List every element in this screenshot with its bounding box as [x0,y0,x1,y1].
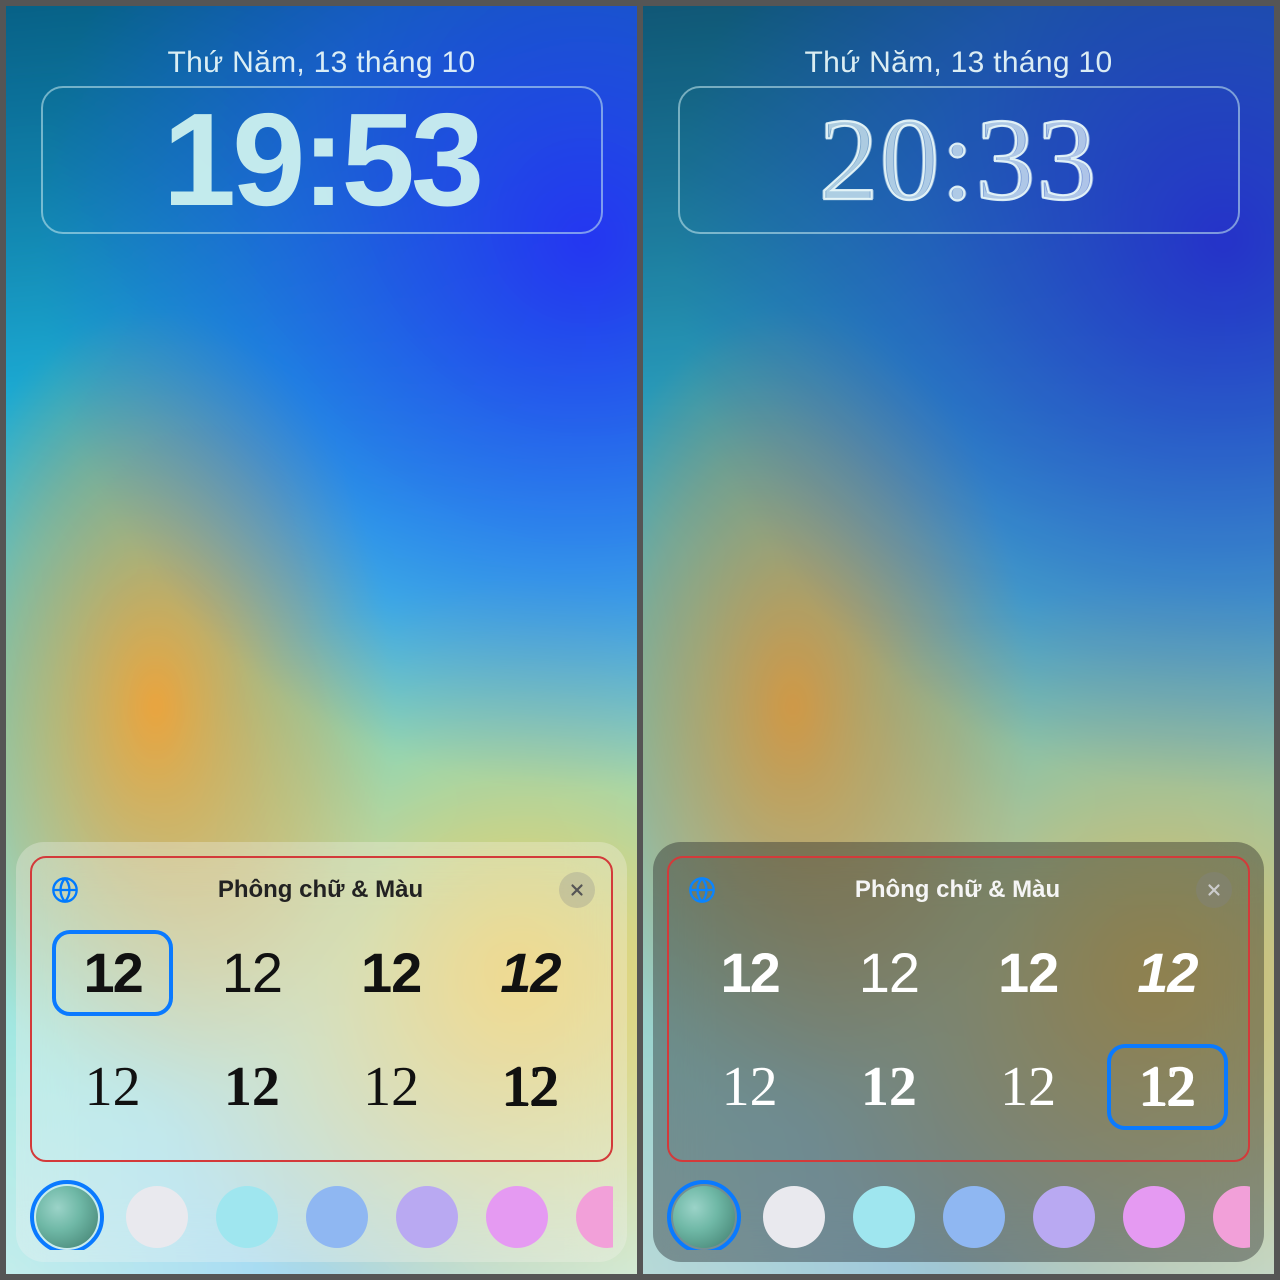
font-panel: Phông chữ & Màu 1212121212121212 [667,856,1250,1162]
font-option-7[interactable]: 12 [470,1044,591,1130]
color-swatch-white[interactable] [126,1186,188,1248]
color-swatch-violet[interactable] [396,1186,458,1248]
lock-screen-date: Thứ Năm, 13 tháng 10 [168,46,476,80]
font-option-4[interactable]: 12 [52,1044,173,1130]
font-option-6[interactable]: 12 [968,1044,1089,1130]
color-swatch-magenta[interactable] [1123,1186,1185,1248]
font-option-5[interactable]: 12 [828,1044,949,1130]
color-swatch-white[interactable] [763,1186,825,1248]
color-swatch-cyan[interactable] [216,1186,278,1248]
lock-screen-editor-left: Thứ Năm, 13 tháng 10 19:53 Phông chữ & M… [6,6,637,1274]
color-swatch-magenta[interactable] [486,1186,548,1248]
font-option-3[interactable]: 12 [1107,930,1228,1016]
font-color-sheet: Phông chữ & Màu 1212121212121212 [16,842,627,1262]
globe-icon[interactable] [685,873,719,907]
font-option-7[interactable]: 12 [1107,1044,1228,1130]
color-swatch-pink[interactable] [1213,1186,1250,1248]
font-option-0[interactable]: 12 [52,930,173,1016]
color-swatch-dynamic-gradient[interactable] [36,1186,98,1248]
font-option-1[interactable]: 12 [828,930,949,1016]
font-color-sheet: Phông chữ & Màu 1212121212121212 [653,842,1264,1262]
font-option-3[interactable]: 12 [470,930,591,1016]
font-panel: Phông chữ & Màu 1212121212121212 [30,856,613,1162]
lock-screen-clock: 20:33 [819,101,1098,219]
color-swatch-cyan[interactable] [853,1186,915,1248]
color-swatch-blue[interactable] [306,1186,368,1248]
close-button[interactable] [559,872,595,908]
font-option-1[interactable]: 12 [191,930,312,1016]
globe-icon[interactable] [48,873,82,907]
close-icon [1205,881,1223,899]
lock-screen-date: Thứ Năm, 13 tháng 10 [805,46,1113,80]
lock-screen-clock: 19:53 [163,94,481,226]
font-option-4[interactable]: 12 [689,1044,810,1130]
font-option-5[interactable]: 12 [191,1044,312,1130]
font-option-2[interactable]: 12 [331,930,452,1016]
color-swatch-row [30,1172,613,1250]
lock-screen-editor-right: Thứ Năm, 13 tháng 10 20:33 Phông chữ & M… [643,6,1274,1274]
color-swatch-pink[interactable] [576,1186,613,1248]
color-swatch-violet[interactable] [1033,1186,1095,1248]
clock-edit-frame[interactable]: 20:33 [678,86,1240,234]
close-button[interactable] [1196,872,1232,908]
color-swatch-row [667,1172,1250,1250]
font-option-2[interactable]: 12 [968,930,1089,1016]
font-option-0[interactable]: 12 [689,930,810,1016]
color-swatch-blue[interactable] [943,1186,1005,1248]
panel-title: Phông chữ & Màu [218,876,423,904]
color-swatch-dynamic-gradient[interactable] [673,1186,735,1248]
clock-edit-frame[interactable]: 19:53 [41,86,603,234]
close-icon [568,881,586,899]
font-option-6[interactable]: 12 [331,1044,452,1130]
panel-title: Phông chữ & Màu [855,876,1060,904]
